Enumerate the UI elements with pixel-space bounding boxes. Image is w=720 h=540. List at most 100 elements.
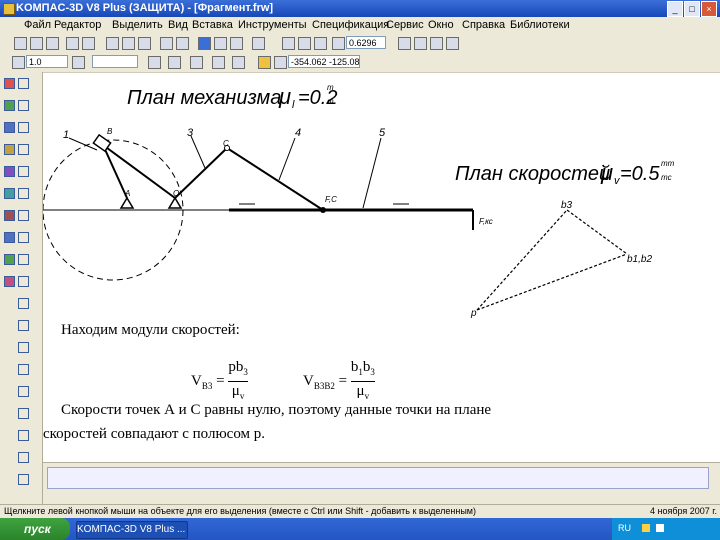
scale-icon[interactable]: [18, 430, 29, 441]
grid-icon[interactable]: [190, 56, 203, 69]
taskbar-app-button[interactable]: KOMПAC-3D V8 Plus ...: [76, 521, 188, 539]
menu-specification[interactable]: Спецификация: [312, 19, 389, 31]
scale-field[interactable]: 0.6296: [346, 36, 386, 49]
hatch-icon[interactable]: [18, 254, 29, 265]
refresh-icon[interactable]: [414, 37, 427, 50]
zoom-in-icon[interactable]: [282, 37, 295, 50]
redo-icon[interactable]: [176, 37, 189, 50]
equidistant-icon[interactable]: [18, 342, 29, 353]
rotate-icon[interactable]: [18, 408, 29, 419]
measure-icon[interactable]: [4, 188, 15, 199]
trim-icon[interactable]: [18, 364, 29, 375]
menu-file[interactable]: Файл: [24, 19, 51, 31]
paste-icon[interactable]: [138, 37, 151, 50]
layer-field[interactable]: 1.0: [26, 55, 68, 68]
notation-icon[interactable]: [4, 122, 15, 133]
drawing-canvas[interactable]: План механизма μ l =0.2 m m План скорост…: [43, 72, 720, 462]
point-icon[interactable]: [18, 78, 29, 89]
formula-vb3-num-sub: 3: [243, 367, 248, 377]
style-icon[interactable]: [12, 56, 25, 69]
arc-icon[interactable]: [18, 144, 29, 155]
menu-select[interactable]: Выделить: [112, 19, 163, 31]
maximize-button[interactable]: □: [684, 1, 700, 17]
new-icon[interactable]: [14, 37, 27, 50]
zoom-scale-icon[interactable]: [332, 37, 345, 50]
menu-window[interactable]: Окно: [428, 19, 454, 31]
polygon-icon[interactable]: [18, 210, 29, 221]
undo-icon[interactable]: [160, 37, 173, 50]
language-indicator[interactable]: RU: [618, 523, 631, 533]
joint-f: [320, 207, 326, 213]
fillet-icon[interactable]: [18, 276, 29, 287]
leader-4: [278, 137, 296, 181]
mechanism-mu: μ: [278, 84, 291, 109]
cut-icon[interactable]: [106, 37, 119, 50]
view-field[interactable]: [92, 55, 138, 68]
point-label-b: B: [107, 127, 113, 136]
save-icon[interactable]: [46, 37, 59, 50]
library-icon[interactable]: [198, 37, 211, 50]
coords-icon[interactable]: [274, 56, 287, 69]
parametrization-icon[interactable]: [4, 166, 15, 177]
geometry-icon[interactable]: [4, 78, 15, 89]
copy-icon[interactable]: [122, 37, 135, 50]
link-label-3: 3: [187, 127, 194, 139]
segment-icon[interactable]: [18, 100, 29, 111]
spline-icon[interactable]: [18, 232, 29, 243]
formula-vb3b2: VB3B2 = b1b3 μv: [303, 358, 375, 405]
velocity-label-p: p: [470, 308, 477, 319]
zoom-out-icon[interactable]: [298, 37, 311, 50]
menu-bar: Файл Редактор Выделить Вид Вставка Инстр…: [0, 17, 720, 34]
menu-libraries[interactable]: Библиотеки: [510, 19, 570, 31]
rectangle-icon[interactable]: [18, 188, 29, 199]
menu-help[interactable]: Справка: [462, 19, 505, 31]
reports-icon[interactable]: [4, 254, 15, 265]
snap-icon[interactable]: [212, 56, 225, 69]
zoom-window-icon[interactable]: [314, 37, 327, 50]
spec-icon[interactable]: [4, 232, 15, 243]
close-button[interactable]: ×: [701, 1, 717, 17]
pencil-icon[interactable]: [168, 56, 181, 69]
fragment-icon[interactable]: [4, 276, 15, 287]
start-button[interactable]: пуск: [0, 518, 70, 540]
help-icon[interactable]: [252, 37, 265, 50]
velocity-b3b1: [566, 209, 628, 255]
menu-edit[interactable]: Редактор: [54, 19, 101, 31]
redraw-icon[interactable]: [446, 37, 459, 50]
mechanism-mu-sub: l: [292, 99, 295, 111]
properties-panel-area[interactable]: [47, 467, 709, 489]
copy-object-icon[interactable]: [18, 452, 29, 463]
circle-icon[interactable]: [18, 122, 29, 133]
formula-vb3b2-den-sub: v: [364, 391, 370, 401]
mirror-icon[interactable]: [18, 386, 29, 397]
velocity-mu-value: =0.5: [620, 163, 660, 185]
dimensions-icon[interactable]: [4, 100, 15, 111]
contour-icon[interactable]: [18, 320, 29, 331]
edit-icon[interactable]: [4, 144, 15, 155]
chamfer-icon[interactable]: [18, 298, 29, 309]
manager-icon[interactable]: [230, 37, 243, 50]
delete-icon[interactable]: [18, 474, 29, 485]
properties-icon[interactable]: [214, 37, 227, 50]
show-all-icon[interactable]: [430, 37, 443, 50]
menu-view[interactable]: Вид: [168, 19, 188, 31]
ellipse-icon[interactable]: [18, 166, 29, 177]
menu-service[interactable]: Сервис: [386, 19, 424, 31]
preview-icon[interactable]: [82, 37, 95, 50]
tray-icon-2[interactable]: [656, 524, 664, 532]
menu-tools[interactable]: Инструменты: [238, 19, 307, 31]
layer-icon[interactable]: [72, 56, 85, 69]
select-icon[interactable]: [4, 210, 15, 221]
print-icon[interactable]: [66, 37, 79, 50]
tray-icon[interactable]: [642, 524, 650, 532]
local-snap-icon[interactable]: [258, 56, 271, 69]
menu-insert[interactable]: Вставка: [192, 19, 233, 31]
open-icon[interactable]: [30, 37, 43, 50]
point-label-o: O: [173, 189, 179, 198]
rocker-link: [102, 144, 176, 199]
ortho-icon[interactable]: [232, 56, 245, 69]
color-icon[interactable]: [148, 56, 161, 69]
pan-icon[interactable]: [398, 37, 411, 50]
coordinates-field: -354.062 -125.08: [288, 55, 360, 68]
minimize-button[interactable]: _: [667, 1, 683, 17]
